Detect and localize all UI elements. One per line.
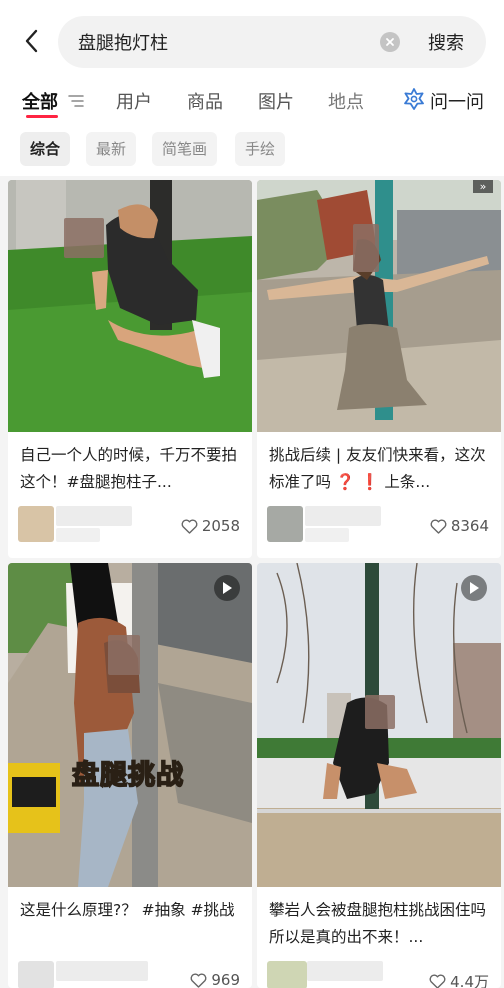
note-card[interactable]: » 挑战后续 | 友友们快来看，这次标准了吗 ❓ ❗ 上条... 8364 bbox=[257, 180, 501, 558]
filter-icon[interactable] bbox=[68, 94, 84, 108]
top-header: 盘腿抱灯柱 搜索 全部 用户 商品 图片 地点 问一问 综合 最新 简笔画 手绘 bbox=[0, 0, 504, 176]
tab-all[interactable]: 全部 bbox=[22, 88, 58, 114]
like-count-value: 2058 bbox=[201, 517, 240, 535]
heart-icon bbox=[190, 973, 207, 988]
username-redacted bbox=[305, 506, 381, 526]
username-redacted bbox=[56, 961, 148, 981]
blurred-face bbox=[108, 635, 140, 675]
heart-icon bbox=[430, 519, 447, 534]
heart-icon bbox=[429, 974, 446, 988]
search-button[interactable]: 搜索 bbox=[428, 29, 464, 55]
username-redacted bbox=[56, 528, 100, 542]
video-indicator bbox=[461, 575, 487, 601]
chip-comprehensive[interactable]: 综合 bbox=[20, 132, 71, 166]
username-redacted bbox=[56, 506, 132, 526]
tab-images[interactable]: 图片 bbox=[258, 88, 294, 114]
clear-search-button[interactable] bbox=[380, 32, 400, 52]
tab-products[interactable]: 商品 bbox=[187, 88, 223, 114]
video-overlay-caption: 盘腿挑战 bbox=[71, 759, 184, 792]
play-icon bbox=[470, 582, 479, 594]
chevron-left-icon bbox=[25, 29, 38, 53]
note-title: 这是什么原理?？ #抽象 #挑战 bbox=[20, 901, 235, 919]
like-count-value: 4.4万 bbox=[450, 973, 489, 988]
search-query: 盘腿抱灯柱 bbox=[78, 33, 168, 54]
note-image bbox=[8, 180, 252, 432]
like-count[interactable]: 969 bbox=[190, 971, 240, 988]
back-button[interactable] bbox=[18, 26, 46, 56]
sort-chips: 综合 最新 简笔画 手绘 bbox=[0, 132, 504, 170]
note-title: 挑战后续 | 友友们快来看，这次标准了吗 ❓ ❗ 上条... bbox=[269, 446, 486, 491]
tab-users[interactable]: 用户 bbox=[116, 88, 152, 114]
search-input[interactable]: 盘腿抱灯柱 搜索 bbox=[58, 16, 486, 68]
play-icon bbox=[223, 582, 232, 594]
svg-text:»: » bbox=[480, 180, 487, 193]
note-image bbox=[8, 563, 252, 887]
like-count[interactable]: 8364 bbox=[430, 517, 489, 535]
avatar[interactable] bbox=[18, 961, 54, 988]
note-title: 自己一个人的时候，千万不要拍这个！#盘腿抱柱子... bbox=[20, 446, 238, 491]
username-redacted bbox=[307, 961, 383, 981]
note-card[interactable]: 攀岩人会被盘腿抱柱挑战困住吗 所以是真的出不来！... 4.4万 bbox=[257, 563, 501, 988]
blurred-face bbox=[365, 695, 395, 729]
chip-hand-drawn[interactable]: 手绘 bbox=[235, 132, 286, 166]
quote-icon: » bbox=[473, 180, 493, 193]
chip-simple-drawing[interactable]: 简笔画 bbox=[152, 132, 218, 166]
category-tabs: 全部 用户 商品 图片 地点 问一问 bbox=[0, 84, 504, 124]
close-icon bbox=[386, 38, 394, 46]
note-card[interactable]: 自己一个人的时候，千万不要拍这个！#盘腿抱柱子... 2058 bbox=[8, 180, 252, 558]
blurred-face bbox=[64, 218, 104, 258]
active-tab-indicator bbox=[26, 115, 58, 118]
tab-ask[interactable]: 问一问 bbox=[430, 88, 484, 114]
note-image bbox=[257, 180, 501, 432]
tab-places[interactable]: 地点 bbox=[328, 88, 364, 114]
note-title: 攀岩人会被盘腿抱柱挑战困住吗 所以是真的出不来！... bbox=[269, 901, 487, 946]
avatar[interactable] bbox=[267, 961, 307, 988]
like-count-value: 8364 bbox=[450, 517, 489, 535]
blurred-face bbox=[353, 224, 379, 272]
avatar[interactable] bbox=[267, 506, 303, 542]
heart-icon bbox=[181, 519, 198, 534]
video-indicator bbox=[214, 575, 240, 601]
note-card[interactable]: 盘腿挑战 这是什么原理?？ #抽象 #挑战 969 bbox=[8, 563, 252, 988]
ai-sparkle-icon bbox=[404, 88, 424, 110]
username-redacted bbox=[305, 528, 349, 542]
like-count[interactable]: 4.4万 bbox=[429, 971, 489, 988]
like-count[interactable]: 2058 bbox=[181, 517, 240, 535]
like-count-value: 969 bbox=[211, 971, 240, 988]
avatar[interactable] bbox=[18, 506, 54, 542]
chip-latest[interactable]: 最新 bbox=[86, 132, 137, 166]
